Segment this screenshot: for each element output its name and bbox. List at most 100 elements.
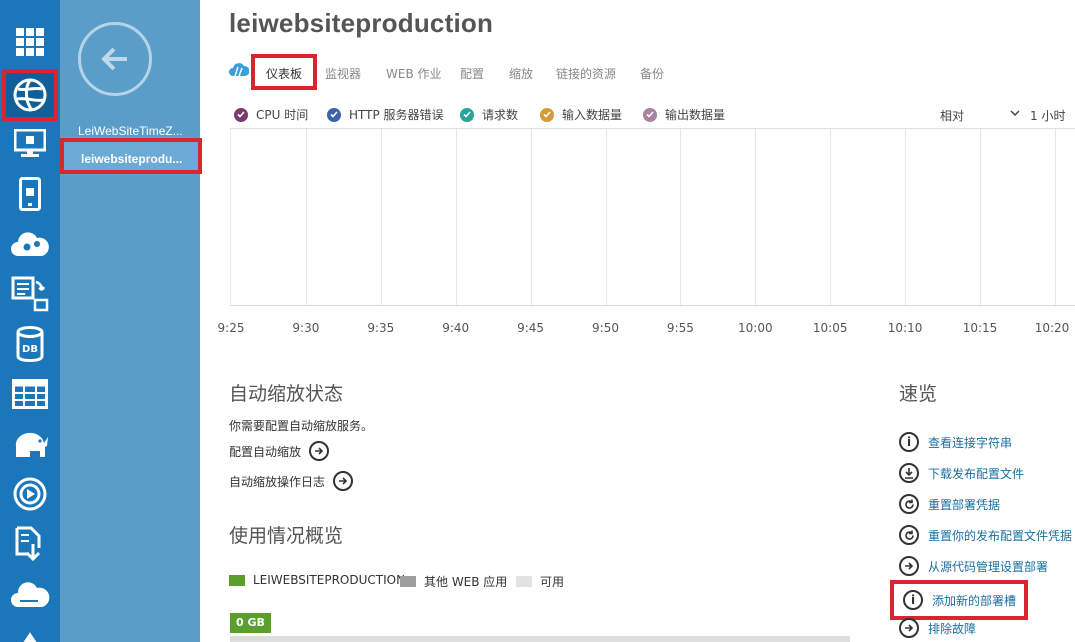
legend-swatch xyxy=(400,576,416,587)
chart-gridline xyxy=(830,129,832,305)
arrow-right-icon xyxy=(309,441,330,461)
quick-link-label: 重置部署凭据 xyxy=(928,497,1001,512)
usage-legend-available: 可用 xyxy=(516,573,564,590)
mobile-services-icon[interactable] xyxy=(6,172,54,216)
virtual-machines-icon[interactable] xyxy=(6,122,54,166)
media-services-icon[interactable] xyxy=(6,472,54,516)
chart-gridline xyxy=(530,129,532,305)
tab-scale[interactable]: 缩放 xyxy=(509,65,533,82)
x-tick-label: 9:35 xyxy=(367,321,395,335)
reset-icon xyxy=(899,494,919,514)
metric-label: 输出数据量 xyxy=(665,108,726,122)
metric-cpu-time[interactable]: CPU 时间 xyxy=(234,106,308,123)
left-icon-rail: DB xyxy=(0,0,60,642)
arrow-left-icon xyxy=(101,47,127,71)
autoscale-title: 自动缩放状态 xyxy=(229,383,344,405)
chart-gridline xyxy=(455,129,457,305)
metric-requests[interactable]: 请求数 xyxy=(460,106,518,123)
quick-link-label: 添加新的部署槽 xyxy=(932,593,1017,608)
metric-label: 请求数 xyxy=(482,108,519,122)
troubleshoot-link[interactable]: 排除故障 xyxy=(899,618,976,638)
x-tick-label: 10:05 xyxy=(812,321,848,335)
tab-backups[interactable]: 备份 xyxy=(640,65,664,82)
usage-legend-this-site: LEIWEBSITEPRODUCTION xyxy=(229,573,405,587)
tab-configure[interactable]: 配置 xyxy=(460,65,484,82)
websites-icon[interactable] xyxy=(2,69,58,121)
chart-gridline xyxy=(680,129,682,305)
legend-swatch xyxy=(229,574,245,586)
metric-data-in[interactable]: 输入数据量 xyxy=(540,106,622,123)
configure-autoscale-link[interactable]: 配置自动缩放 xyxy=(229,441,330,461)
batch-icon[interactable] xyxy=(6,272,54,316)
checkmark-icon xyxy=(540,107,554,122)
chart-gridline xyxy=(380,129,382,305)
reset-deployment-credentials-link[interactable]: 重置部署凭据 xyxy=(899,494,1000,514)
arrow-right-icon xyxy=(333,471,354,491)
usage-value-badge: 0 GB xyxy=(230,613,271,633)
settings-icon[interactable] xyxy=(6,620,54,642)
page-title: leiwebsiteproduction xyxy=(229,8,494,38)
website-item-timezone[interactable]: LeiWebSiteTimeZ... xyxy=(78,124,186,138)
tab-linked-resources[interactable]: 链接的资源 xyxy=(556,65,616,82)
x-tick-label: 10:10 xyxy=(887,321,923,335)
metric-data-out[interactable]: 输出数据量 xyxy=(643,106,725,123)
tab-webjobs[interactable]: WEB 作业 xyxy=(386,65,442,82)
hdinsight-icon[interactable] xyxy=(6,422,54,466)
quick-link-label: 重置你的发布配置文件凭据 xyxy=(928,528,1073,543)
chart-gridline xyxy=(905,129,907,305)
x-tick-label: 10:00 xyxy=(738,321,773,335)
back-button[interactable] xyxy=(78,22,152,96)
checkmark-icon xyxy=(234,107,248,122)
autoscale-log-label: 自动缩放操作日志 xyxy=(229,474,326,489)
arrow-right-icon xyxy=(899,618,919,638)
storage-icon[interactable] xyxy=(6,372,54,416)
view-connection-strings-link[interactable]: i 查看连接字符串 xyxy=(899,432,1012,452)
chart-gridline xyxy=(1054,129,1056,305)
x-tick-label: 9:25 xyxy=(217,321,245,335)
legend-label: 其他 WEB 应用 xyxy=(424,575,508,589)
usage-bar xyxy=(230,636,850,642)
scale-select[interactable]: 相对 xyxy=(940,107,964,124)
all-items-icon[interactable] xyxy=(6,20,54,64)
legend-label: 可用 xyxy=(540,575,565,589)
legend-swatch xyxy=(516,576,532,587)
download-publish-profile-link[interactable]: 下载发布配置文件 xyxy=(899,463,1024,483)
chart-gridline xyxy=(305,129,307,305)
x-tick-label: 10:15 xyxy=(962,321,998,335)
setup-deployment-from-source-control-link[interactable]: 从源代码管理设置部署 xyxy=(899,556,1048,576)
metric-http-errors[interactable]: HTTP 服务器错误 xyxy=(327,106,444,123)
checkmark-icon xyxy=(327,107,341,122)
website-cloud-icon xyxy=(229,63,249,77)
time-range-select[interactable]: 1 小时 xyxy=(1030,107,1065,124)
metrics-chart xyxy=(230,128,1075,306)
configure-autoscale-label: 配置自动缩放 xyxy=(229,444,302,459)
chart-gridline xyxy=(755,129,757,305)
x-tick-label: 9:30 xyxy=(292,321,320,335)
x-tick-label: 9:55 xyxy=(666,321,694,335)
info-icon: i xyxy=(903,590,923,610)
website-list: LeiWebSiteTimeZ... leiwebsiteprodu... xyxy=(60,0,202,642)
autoscale-message: 你需要配置自动缩放服务。 xyxy=(229,419,374,433)
x-tick-label: 10:20 xyxy=(1034,321,1070,335)
chevron-down-icon[interactable] xyxy=(1010,110,1020,117)
info-icon: i xyxy=(899,432,919,452)
tab-dashboard[interactable]: 仪表板 xyxy=(251,54,317,90)
tab-monitor[interactable]: 监视器 xyxy=(325,65,361,82)
x-tick-label: 9:45 xyxy=(517,321,545,335)
quick-link-label: 从源代码管理设置部署 xyxy=(928,559,1049,574)
metric-label: HTTP 服务器错误 xyxy=(349,108,444,122)
quick-link-label: 排除故障 xyxy=(928,621,977,636)
quick-link-label: 下载发布配置文件 xyxy=(928,466,1025,481)
usage-legend-other-apps: 其他 WEB 应用 xyxy=(400,573,507,590)
cloud-services-icon[interactable] xyxy=(6,222,54,266)
arrow-right-icon xyxy=(899,556,919,576)
sql-database-icon[interactable]: DB xyxy=(6,322,54,366)
service-bus-icon[interactable] xyxy=(6,522,54,566)
svg-text:DB: DB xyxy=(22,344,38,355)
autoscale-log-link[interactable]: 自动缩放操作日志 xyxy=(229,471,354,491)
add-deployment-slot-link[interactable]: i 添加新的部署槽 xyxy=(890,580,1029,620)
website-item-production[interactable]: leiwebsiteprodu... xyxy=(60,138,202,174)
cloud-icon[interactable] xyxy=(6,572,54,616)
reset-publish-profile-credentials-link[interactable]: 重置你的发布配置文件凭据 xyxy=(899,525,1072,545)
checkmark-icon xyxy=(460,107,474,122)
